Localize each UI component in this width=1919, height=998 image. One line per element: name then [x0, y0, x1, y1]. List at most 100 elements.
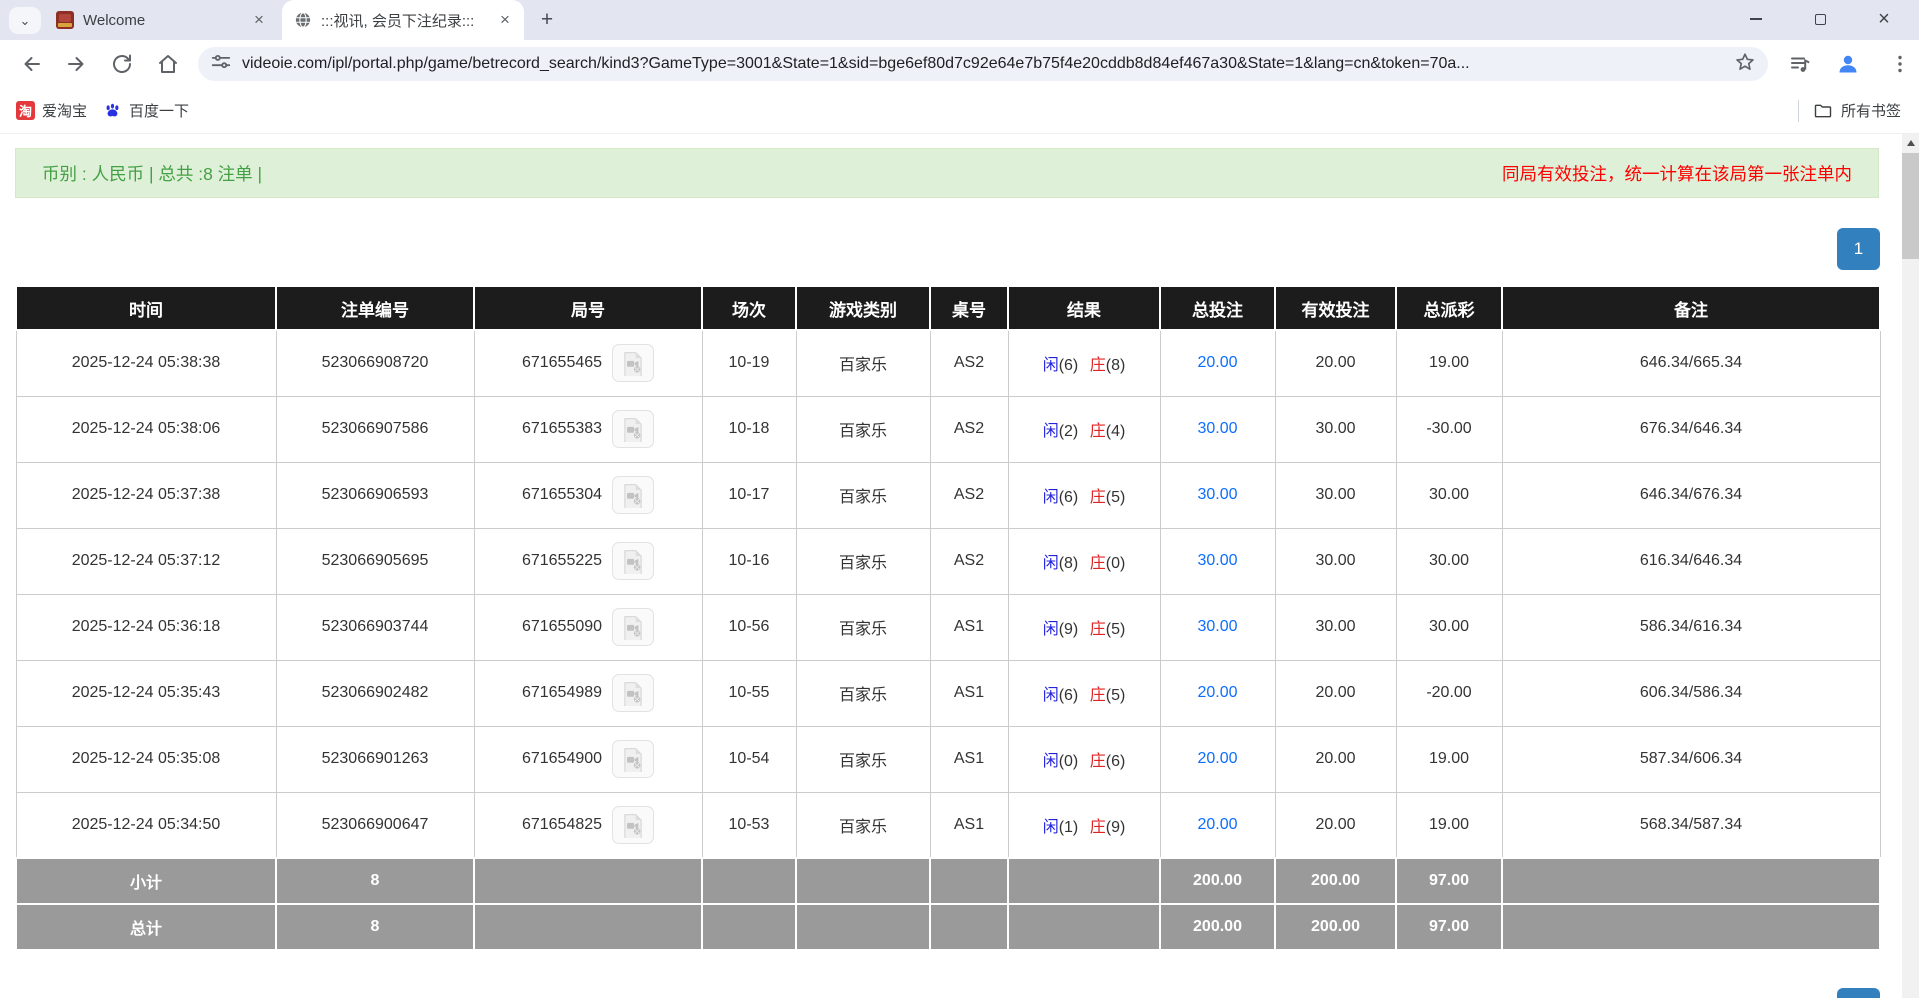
bookmark-star-icon[interactable]: [1734, 51, 1756, 78]
total-bet-link[interactable]: 30.00: [1197, 618, 1237, 635]
bet-record-row: 2025-12-24 05:38:38 523066908720 6716554…: [16, 330, 1880, 396]
result-banker-points: (0): [1106, 555, 1126, 572]
site-info-icon[interactable]: [210, 51, 232, 78]
payout-cell: 19.00: [1396, 330, 1502, 396]
session-cell: 10-16: [702, 528, 796, 594]
video-film-icon: [620, 812, 646, 838]
payout-cell: 19.00: [1396, 726, 1502, 792]
total-bet-cell: 20.00: [1160, 726, 1275, 792]
new-tab-button[interactable]: +: [534, 8, 560, 34]
tab-bet-record[interactable]: :::视讯, 会员下注纪录::: ×: [282, 0, 524, 40]
result-banker-points: (9): [1106, 819, 1126, 836]
session-cell: 10-55: [702, 660, 796, 726]
window-minimize-button[interactable]: [1733, 0, 1779, 38]
result-cell: 闲(2) 庄(4): [1008, 396, 1160, 462]
header-payout: 总派彩: [1396, 286, 1502, 330]
total-bet-link[interactable]: 30.00: [1197, 420, 1237, 437]
url-text[interactable]: videoie.com/ipl/portal.php/game/betrecor…: [242, 55, 1734, 73]
table-header: 时间 注单编号 局号 场次 游戏类别 桌号 结果 总投注 有效投注 总派彩 备注: [16, 286, 1880, 330]
table-no-cell: AS2: [930, 330, 1008, 396]
round-no-text: 671654825: [522, 816, 602, 834]
home-icon: [156, 52, 180, 76]
home-button[interactable]: [156, 52, 180, 76]
result-player-points: (0): [1059, 753, 1079, 770]
result-player-label: 闲: [1043, 555, 1059, 572]
pagination-page-1-button[interactable]: 1: [1837, 228, 1880, 270]
valid-bet-cell: 20.00: [1275, 792, 1396, 858]
video-replay-button[interactable]: [612, 344, 654, 382]
video-replay-button[interactable]: [612, 476, 654, 514]
browser-menu-icon[interactable]: [1888, 52, 1912, 76]
video-replay-button[interactable]: [612, 674, 654, 712]
video-film-icon: [620, 416, 646, 442]
table-no-cell: AS1: [930, 660, 1008, 726]
header-table-no: 桌号: [930, 286, 1008, 330]
total-bet-link[interactable]: 20.00: [1197, 750, 1237, 767]
result-player-label: 闲: [1043, 489, 1059, 506]
result-player-label: 闲: [1043, 819, 1059, 836]
forward-arrow-icon: [64, 52, 88, 76]
video-replay-button[interactable]: [612, 806, 654, 844]
media-controls-icon[interactable]: [1788, 52, 1812, 76]
result-banker-points: (6): [1106, 753, 1126, 770]
total-bet-link[interactable]: 20.00: [1197, 684, 1237, 701]
tab-close-icon[interactable]: ×: [250, 11, 268, 29]
forward-button[interactable]: [64, 52, 88, 76]
total-bet-link[interactable]: 20.00: [1197, 816, 1237, 833]
back-button[interactable]: [20, 52, 44, 76]
session-cell: 10-19: [702, 330, 796, 396]
window-close-button[interactable]: ×: [1861, 0, 1907, 38]
empty-cell: [930, 858, 1008, 904]
tab-search-button[interactable]: ⌄: [9, 7, 41, 34]
video-replay-button[interactable]: [612, 410, 654, 448]
result-cell: 闲(6) 庄(5): [1008, 660, 1160, 726]
video-replay-button[interactable]: [612, 740, 654, 778]
time-cell: 2025-12-24 05:38:38: [16, 330, 276, 396]
window-maximize-button[interactable]: [1797, 0, 1843, 38]
bet-no-cell: 523066901263: [276, 726, 474, 792]
payout-cell: 19.00: [1396, 792, 1502, 858]
tab-title: Welcome: [83, 12, 250, 29]
subtotal-row: 小计 8 200.00 200.00 97.00: [16, 858, 1880, 904]
pagination-page-1-button-bottom[interactable]: 1: [1837, 988, 1880, 998]
video-film-icon: [620, 680, 646, 706]
total-bet-link[interactable]: 30.00: [1197, 486, 1237, 503]
round-no-text: 671655304: [522, 486, 602, 504]
all-bookmarks-button[interactable]: 所有书签: [1813, 100, 1901, 121]
bookmark-label: 爱淘宝: [42, 100, 87, 121]
result-cell: 闲(6) 庄(8): [1008, 330, 1160, 396]
tab-welcome[interactable]: Welcome ×: [44, 0, 278, 40]
all-bookmarks-label: 所有书签: [1841, 100, 1901, 121]
bet-record-row: 2025-12-24 05:37:38 523066906593 6716553…: [16, 462, 1880, 528]
profile-avatar-icon[interactable]: [1836, 52, 1860, 76]
round-cell: 671655225: [474, 528, 702, 594]
video-replay-button[interactable]: [612, 542, 654, 580]
total-bet-link[interactable]: 30.00: [1197, 552, 1237, 569]
reload-icon: [110, 52, 134, 76]
video-replay-button[interactable]: [612, 608, 654, 646]
round-cell: 671654989: [474, 660, 702, 726]
scrollbar-up-arrow-icon[interactable]: [1902, 134, 1919, 151]
game-type-cell: 百家乐: [796, 594, 930, 660]
empty-cell: [1008, 904, 1160, 950]
round-no-text: 671655383: [522, 420, 602, 438]
taobao-icon: 淘: [16, 101, 35, 120]
reload-button[interactable]: [110, 52, 134, 76]
minimize-icon: [1750, 18, 1762, 20]
bookmark-baidu[interactable]: 百度一下: [103, 100, 189, 121]
total-bet-link[interactable]: 20.00: [1197, 354, 1237, 371]
session-cell: 10-17: [702, 462, 796, 528]
address-bar[interactable]: videoie.com/ipl/portal.php/game/betrecor…: [198, 47, 1768, 81]
video-film-icon: [620, 614, 646, 640]
result-player-label: 闲: [1043, 621, 1059, 638]
game-type-cell: 百家乐: [796, 792, 930, 858]
round-cell: 671655465: [474, 330, 702, 396]
tab-close-icon[interactable]: ×: [496, 11, 514, 29]
remark-cell: 646.34/665.34: [1502, 330, 1880, 396]
bookmark-aitaobao[interactable]: 淘 爱淘宝: [16, 100, 87, 121]
bet-no-cell: 523066903744: [276, 594, 474, 660]
subtotal-valid-bet: 200.00: [1275, 858, 1396, 904]
round-no-text: 671655090: [522, 618, 602, 636]
scrollbar-thumb[interactable]: [1902, 153, 1919, 259]
vertical-scrollbar[interactable]: [1902, 134, 1919, 998]
